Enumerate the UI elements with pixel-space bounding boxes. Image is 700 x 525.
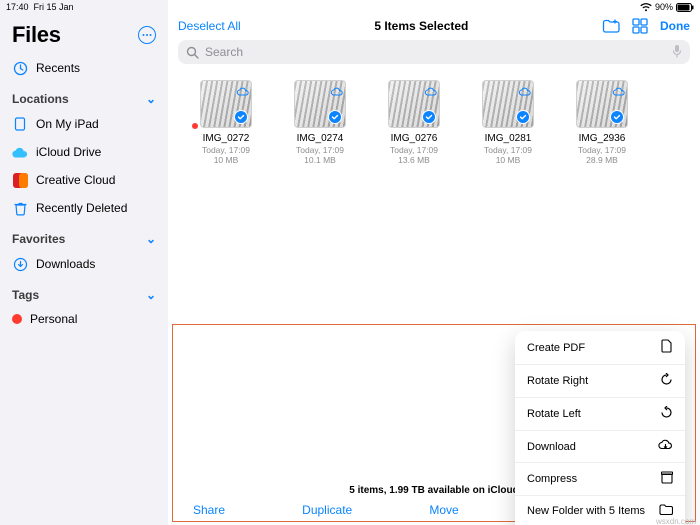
selection-title: 5 Items Selected <box>374 19 468 33</box>
sidebar-item-creativecloud[interactable]: Creative Cloud <box>0 166 168 194</box>
mic-icon <box>672 44 682 58</box>
new-folder-button[interactable] <box>602 19 620 33</box>
selected-checkmark-icon <box>422 110 436 124</box>
file-size: 10.1 MB <box>304 155 336 165</box>
file-name: IMG_2936 <box>579 133 626 144</box>
context-menu: Create PDF Rotate Right Rotate Left Down… <box>515 331 685 525</box>
menu-item-compress[interactable]: Compress <box>515 463 685 496</box>
download-icon <box>12 256 28 272</box>
file-date: Today, 17:09 <box>296 145 344 155</box>
file-thumbnail <box>200 80 252 128</box>
file-size: 13.6 MB <box>398 155 430 165</box>
rotate-left-icon <box>660 406 673 422</box>
sidebar-section-tags[interactable]: Tags ⌄ <box>0 278 168 306</box>
rotate-right-icon <box>660 373 673 389</box>
sidebar-item-label: Recents <box>36 61 80 75</box>
folder-plus-icon <box>602 19 620 33</box>
grid-icon <box>632 18 648 34</box>
file-thumbnail <box>576 80 628 128</box>
document-icon <box>661 339 673 356</box>
app-title: Files <box>12 22 61 48</box>
cloud-download-icon <box>658 439 673 454</box>
cloud-icon <box>12 144 28 160</box>
selected-checkmark-icon <box>234 110 248 124</box>
tag-dot-icon <box>12 314 22 324</box>
menu-item-download[interactable]: Download <box>515 431 685 463</box>
file-date: Today, 17:09 <box>390 145 438 155</box>
chevron-down-icon: ⌄ <box>146 92 156 106</box>
sidebar-section-locations[interactable]: Locations ⌄ <box>0 82 168 110</box>
file-grid: IMG_0272 Today, 17:09 10 MB IMG_0274 Tod… <box>168 68 700 177</box>
search-icon <box>186 46 199 59</box>
file-date: Today, 17:09 <box>578 145 626 155</box>
file-size: 10 MB <box>496 155 521 165</box>
status-time: 17:40 Fri 15 Jan <box>6 2 74 12</box>
cloud-status-icon <box>425 83 437 101</box>
ipad-icon <box>12 116 28 132</box>
file-date: Today, 17:09 <box>202 145 250 155</box>
file-thumbnail <box>294 80 346 128</box>
cloud-status-icon <box>331 83 343 101</box>
cloud-status-icon <box>519 83 531 101</box>
chevron-down-icon: ⌄ <box>146 232 156 246</box>
folder-icon <box>659 504 673 518</box>
file-thumbnail <box>482 80 534 128</box>
clock-icon <box>12 60 28 76</box>
watermark: wsxdn.com <box>656 517 696 525</box>
menu-item-rotate-right[interactable]: Rotate Right <box>515 365 685 398</box>
menu-item-create-pdf[interactable]: Create PDF <box>515 331 685 365</box>
file-size: 28.9 MB <box>586 155 618 165</box>
cloud-status-icon <box>613 83 625 101</box>
menu-item-rotate-left[interactable]: Rotate Left <box>515 398 685 431</box>
file-name: IMG_0272 <box>203 133 250 144</box>
cloud-status-icon <box>237 83 249 101</box>
view-options-button[interactable] <box>632 18 648 34</box>
creative-cloud-icon <box>12 172 28 188</box>
tag-indicator-icon <box>192 123 198 129</box>
duplicate-button[interactable]: Duplicate <box>302 503 352 517</box>
file-item[interactable]: IMG_0276 Today, 17:09 13.6 MB <box>378 80 450 165</box>
file-name: IMG_0276 <box>391 133 438 144</box>
sidebar-more-button[interactable] <box>138 26 156 44</box>
selected-checkmark-icon <box>516 110 530 124</box>
selected-checkmark-icon <box>328 110 342 124</box>
file-name: IMG_0281 <box>485 133 532 144</box>
file-item[interactable]: IMG_0272 Today, 17:09 10 MB <box>190 80 262 165</box>
sidebar-section-favorites[interactable]: Favorites ⌄ <box>0 222 168 250</box>
dictate-button[interactable] <box>672 44 682 61</box>
file-item[interactable]: IMG_0281 Today, 17:09 10 MB <box>472 80 544 165</box>
sidebar: Files Recents Locations ⌄ On My iPad iCl… <box>0 0 168 525</box>
file-name: IMG_0274 <box>297 133 344 144</box>
move-button[interactable]: Move <box>429 503 458 517</box>
sidebar-item-icloud[interactable]: iCloud Drive <box>0 138 168 166</box>
selected-checkmark-icon <box>610 110 624 124</box>
search-placeholder: Search <box>205 45 243 59</box>
file-size: 10 MB <box>214 155 239 165</box>
sidebar-item-downloads[interactable]: Downloads <box>0 250 168 278</box>
trash-icon <box>12 200 28 216</box>
search-input[interactable]: Search <box>178 40 690 64</box>
selection-actions-panel: 5 items, 1.99 TB available on iCloud Sha… <box>172 324 696 522</box>
done-button[interactable]: Done <box>660 19 690 33</box>
file-item[interactable]: IMG_0274 Today, 17:09 10.1 MB <box>284 80 356 165</box>
file-date: Today, 17:09 <box>484 145 532 155</box>
chevron-down-icon: ⌄ <box>146 288 156 302</box>
file-item[interactable]: IMG_2936 Today, 17:09 28.9 MB <box>566 80 638 165</box>
deselect-all-button[interactable]: Deselect All <box>178 19 241 33</box>
sidebar-item-tag-personal[interactable]: Personal <box>0 306 168 332</box>
main-content: Deselect All 5 Items Selected Done Searc… <box>168 0 700 525</box>
sidebar-item-recents[interactable]: Recents <box>0 54 168 82</box>
file-thumbnail <box>388 80 440 128</box>
sidebar-item-onmyipad[interactable]: On My iPad <box>0 110 168 138</box>
sidebar-item-recentlydeleted[interactable]: Recently Deleted <box>0 194 168 222</box>
ellipsis-icon <box>142 33 152 37</box>
archive-icon <box>661 471 673 487</box>
share-button[interactable]: Share <box>193 503 225 517</box>
